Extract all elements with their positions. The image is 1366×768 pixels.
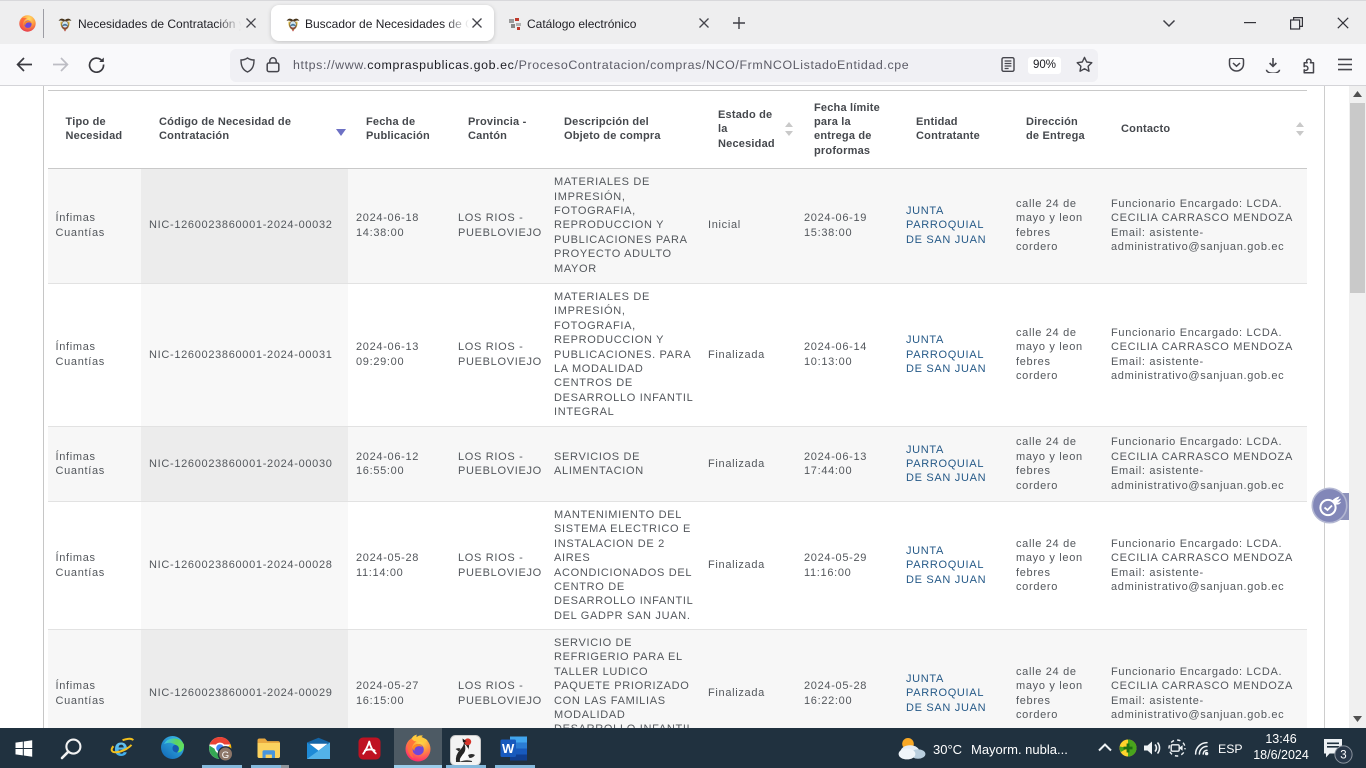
svg-text:W: W [502, 741, 515, 756]
svg-text:3: 3 [1340, 750, 1346, 762]
svg-text:G: G [222, 750, 229, 761]
